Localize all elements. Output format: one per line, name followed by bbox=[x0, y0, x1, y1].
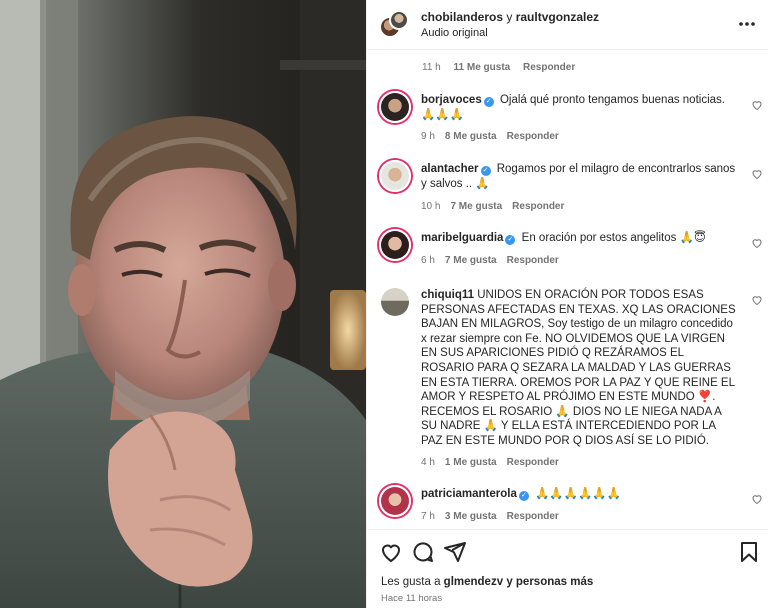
bookmark-icon[interactable] bbox=[737, 540, 761, 564]
comment-text: alantacher ✓ Rogamos por el milagro de en… bbox=[421, 162, 739, 192]
heart-icon[interactable] bbox=[751, 237, 763, 249]
verified-badge-icon: ✓ bbox=[480, 166, 491, 176]
comment-likes[interactable]: 7 Me gusta bbox=[450, 201, 502, 212]
heart-icon[interactable] bbox=[751, 168, 763, 180]
comment-meta: 4 h 1 Me gusta Responder bbox=[421, 457, 569, 468]
comments-list[interactable]: 11 h 11 Me gusta Responder borjavoces ✓ O… bbox=[367, 51, 768, 529]
post-video[interactable] bbox=[0, 0, 366, 608]
heart-icon[interactable] bbox=[751, 294, 763, 306]
comment-username[interactable]: borjavoces bbox=[421, 94, 482, 106]
comment-body: 🙏🙏🙏🙏🙏🙏 bbox=[535, 488, 621, 500]
heart-icon[interactable] bbox=[751, 493, 763, 505]
comment-time: 4 h bbox=[421, 457, 435, 468]
heart-icon[interactable] bbox=[379, 540, 403, 564]
comment-time: 6 h bbox=[421, 255, 435, 266]
avatar[interactable] bbox=[379, 485, 411, 517]
post-timestamp[interactable]: Hace 11 horas bbox=[381, 593, 442, 604]
likes-others-link[interactable]: y personas más bbox=[506, 576, 593, 588]
comment-username[interactable]: chiquiq11 bbox=[421, 289, 474, 301]
heart-icon[interactable] bbox=[751, 99, 763, 111]
post-header: chobilanderos y raultvgonzalez Audio ori… bbox=[367, 0, 768, 50]
comment-icon[interactable] bbox=[411, 540, 435, 564]
verified-badge-icon: ✓ bbox=[505, 235, 516, 245]
comment-likes[interactable]: 1 Me gusta bbox=[445, 457, 497, 468]
video-frame-image bbox=[0, 0, 366, 608]
collab-avatars[interactable] bbox=[379, 10, 409, 40]
author-link[interactable]: chobilanderos bbox=[421, 10, 503, 24]
comment-meta: 11 h 11 Me gusta Responder bbox=[422, 62, 575, 73]
verified-badge-icon: ✓ bbox=[518, 491, 529, 501]
likes-summary: Les gusta a glmendezv y personas más bbox=[381, 576, 593, 588]
author-connector: y bbox=[506, 10, 513, 24]
comment-time: 10 h bbox=[421, 201, 441, 212]
comment-text: borjavoces ✓ Ojalá qué pronto tengamos bu… bbox=[421, 93, 739, 123]
avatar[interactable] bbox=[379, 286, 411, 318]
more-options-icon[interactable] bbox=[737, 14, 757, 34]
comment-text: maribelguardia ✓ En oración por estos ang… bbox=[421, 231, 739, 246]
comment-text: patriciamanterola ✓ 🙏🙏🙏🙏🙏🙏 bbox=[421, 487, 739, 502]
author-link[interactable]: raultvgonzalez bbox=[516, 10, 599, 24]
comment-likes[interactable]: 8 Me gusta bbox=[445, 131, 497, 142]
comment-meta: 6 h 7 Me gusta Responder bbox=[421, 255, 569, 266]
post-sidebar: chobilanderos y raultvgonzalez Audio ori… bbox=[366, 0, 768, 608]
audio-link[interactable]: Audio original bbox=[421, 27, 488, 39]
verified-badge-icon: ✓ bbox=[483, 97, 494, 107]
reply-button[interactable]: Responder bbox=[523, 62, 575, 73]
comment-time: 7 h bbox=[421, 511, 435, 522]
comment-username[interactable]: maribelguardia bbox=[421, 232, 503, 244]
comment-time: 11 h bbox=[422, 62, 441, 73]
comment-meta: 10 h 7 Me gusta Responder bbox=[421, 201, 574, 212]
comment-meta: 7 h 3 Me gusta Responder bbox=[421, 511, 569, 522]
post-authors: chobilanderos y raultvgonzalez bbox=[421, 10, 599, 24]
reply-button[interactable]: Responder bbox=[507, 131, 559, 142]
comment-likes[interactable]: 11 Me gusta bbox=[454, 62, 511, 73]
comment-username[interactable]: alantacher bbox=[421, 163, 479, 175]
avatar[interactable] bbox=[389, 10, 409, 30]
comment-body: En oración por estos angelitos 🙏😇 bbox=[521, 232, 706, 244]
comment-body: UNIDOS EN ORACIÓN POR TODOS ESAS PERSONA… bbox=[421, 289, 736, 447]
avatar[interactable] bbox=[379, 229, 411, 261]
comment-meta: 9 h 8 Me gusta Responder bbox=[421, 131, 569, 142]
comment-username[interactable]: patriciamanterola bbox=[421, 488, 517, 500]
reply-button[interactable]: Responder bbox=[507, 255, 559, 266]
reply-button[interactable]: Responder bbox=[512, 201, 564, 212]
post-actions: Les gusta a glmendezv y personas más Hac… bbox=[367, 529, 768, 608]
likes-user-link[interactable]: glmendezv bbox=[444, 576, 503, 588]
likes-prefix: Les gusta a bbox=[381, 576, 441, 588]
comment-likes[interactable]: 7 Me gusta bbox=[445, 255, 497, 266]
avatar[interactable] bbox=[379, 91, 411, 123]
comment-time: 9 h bbox=[421, 131, 435, 142]
avatar[interactable] bbox=[379, 160, 411, 192]
comment-text: chiquiq11 UNIDOS EN ORACIÓN POR TODOS ES… bbox=[421, 288, 739, 449]
reply-button[interactable]: Responder bbox=[507, 457, 559, 468]
reply-button[interactable]: Responder bbox=[507, 511, 559, 522]
comment-likes[interactable]: 3 Me gusta bbox=[445, 511, 497, 522]
share-icon[interactable] bbox=[443, 540, 467, 564]
